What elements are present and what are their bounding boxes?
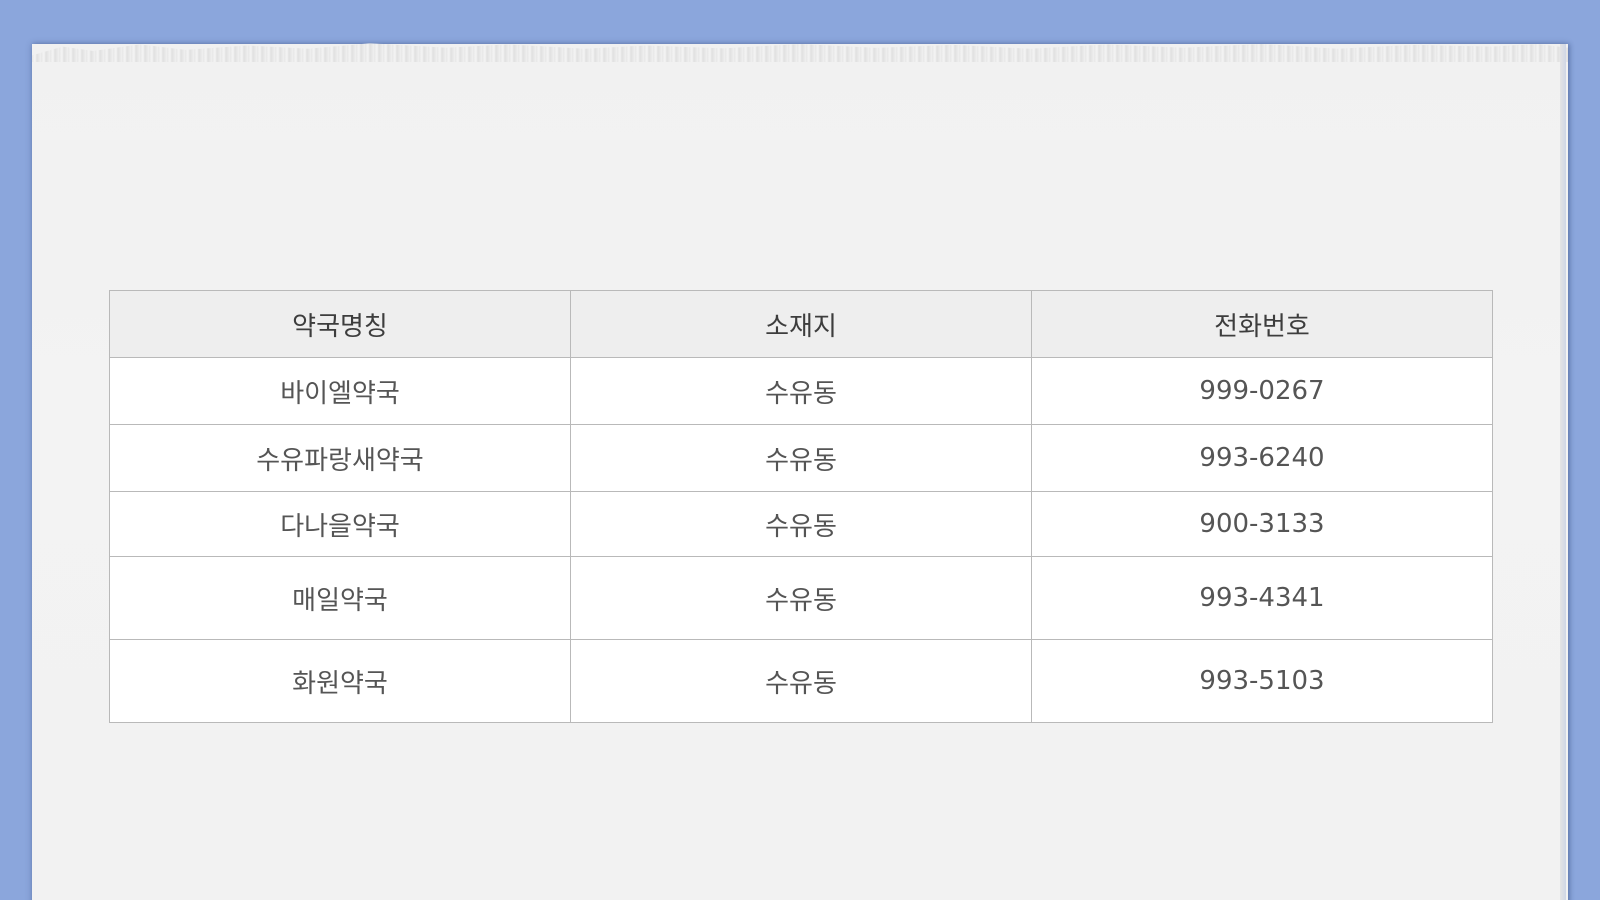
cell-phone: 999-0267 [1031,357,1493,425]
table-row: 화원약국 수유동 993-5103 [109,639,1493,723]
cell-location: 수유동 [570,556,1032,640]
pharmacy-table-container: 약국명칭 소재지 전화번호 바이엘약국 수유동 999-0267 수유파랑새약국… [109,290,1493,723]
table-row: 다나을약국 수유동 900-3133 [109,491,1493,557]
cell-pharmacy-name: 매일약국 [109,556,571,640]
header-pharmacy-name: 약국명칭 [109,290,571,358]
cell-pharmacy-name: 다나을약국 [109,491,571,557]
cell-pharmacy-name: 화원약국 [109,639,571,723]
header-phone: 전화번호 [1031,290,1493,358]
cell-phone: 900-3133 [1031,491,1493,557]
pharmacy-table: 약국명칭 소재지 전화번호 바이엘약국 수유동 999-0267 수유파랑새약국… [109,290,1493,723]
cell-pharmacy-name: 바이엘약국 [109,357,571,425]
cell-phone: 993-5103 [1031,639,1493,723]
header-location: 소재지 [570,290,1032,358]
table-row: 수유파랑새약국 수유동 993-6240 [109,424,1493,492]
table-row: 바이엘약국 수유동 999-0267 [109,357,1493,425]
table-row: 매일약국 수유동 993-4341 [109,556,1493,640]
table-header-row: 약국명칭 소재지 전화번호 [109,290,1493,358]
cell-location: 수유동 [570,639,1032,723]
paper-right-edge [1560,44,1566,900]
cell-phone: 993-6240 [1031,424,1493,492]
cell-location: 수유동 [570,491,1032,557]
cell-phone: 993-4341 [1031,556,1493,640]
cell-location: 수유동 [570,357,1032,425]
cell-location: 수유동 [570,424,1032,492]
cell-pharmacy-name: 수유파랑새약국 [109,424,571,492]
